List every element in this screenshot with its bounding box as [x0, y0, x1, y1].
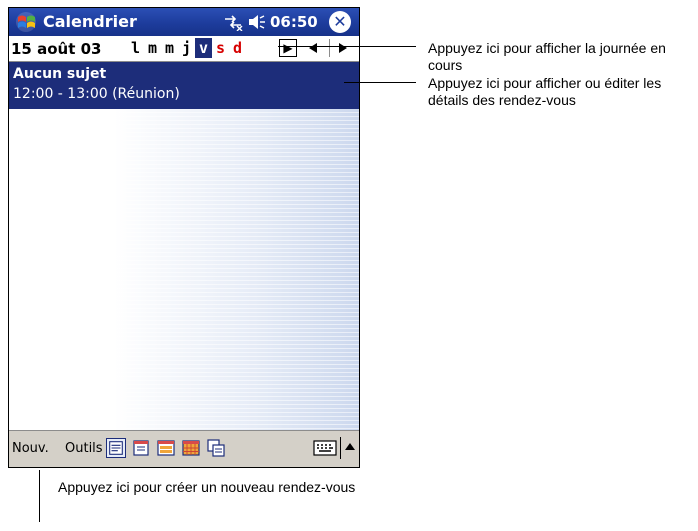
weekday-thursday[interactable]: j — [178, 38, 195, 58]
nav-separator — [329, 39, 330, 57]
title-bar: Calendrier 06:50 ✕ — [9, 8, 359, 36]
day-view-background — [9, 109, 359, 432]
app-title: Calendrier — [43, 12, 137, 31]
tools-menu[interactable]: Outils — [65, 441, 103, 456]
year-view-icon[interactable] — [206, 438, 226, 458]
week-view-icon[interactable] — [156, 438, 176, 458]
connectivity-icon[interactable] — [223, 13, 243, 31]
agenda-view-icon[interactable] — [106, 438, 126, 458]
callout-line-today — [278, 46, 416, 47]
weekday-wednesday[interactable]: m — [161, 38, 178, 58]
new-appointment-button[interactable]: Nouv. — [12, 441, 49, 456]
current-date-label[interactable]: 15 août 03 — [11, 40, 101, 58]
close-button[interactable]: ✕ — [329, 11, 351, 33]
close-icon: ✕ — [333, 12, 347, 31]
pocketpc-screen: Calendrier 06:50 ✕ 15 août 03 l m m j v … — [8, 7, 360, 468]
callout-today-text: Appuyez ici pour afficher la journée en … — [428, 40, 666, 73]
clock[interactable]: 06:50 — [270, 13, 318, 31]
callout-new-text: Appuyez ici pour créer un nouveau rendez… — [58, 479, 356, 495]
month-view-icon[interactable] — [181, 438, 201, 458]
appointment-time: 12:00 - 13:00 (Réunion) — [13, 86, 180, 102]
input-separator — [340, 437, 341, 459]
day-view-area[interactable] — [9, 109, 359, 432]
callout-line-details — [344, 82, 416, 83]
day-navigation-bar: 15 août 03 l m m j v s d ▶ — [9, 36, 359, 62]
volume-icon[interactable] — [247, 13, 267, 31]
callout-details-text: Appuyez ici pour afficher ou éditer les … — [428, 75, 662, 108]
weekday-friday[interactable]: v — [195, 38, 212, 58]
keyboard-icon[interactable] — [313, 440, 337, 456]
previous-day-icon[interactable] — [309, 43, 317, 53]
day-view-icon[interactable] — [131, 438, 151, 458]
weekday-saturday[interactable]: s — [212, 38, 229, 58]
start-flag-icon[interactable] — [14, 11, 38, 33]
callout-line-new — [39, 470, 40, 522]
next-day-icon[interactable] — [339, 43, 347, 53]
weekday-monday[interactable]: l — [127, 38, 144, 58]
appointment-item[interactable]: Aucun sujet 12:00 - 13:00 (Réunion) — [9, 62, 359, 109]
weekday-sunday[interactable]: d — [229, 38, 246, 58]
menu-bar: Nouv. Outils — [9, 430, 359, 467]
weekday-selector: l m m j v s d — [127, 38, 246, 58]
input-method-arrow-icon[interactable] — [345, 443, 355, 450]
go-to-today-icon[interactable]: ▶ — [279, 39, 297, 57]
appointment-subject: Aucun sujet — [13, 66, 107, 82]
weekday-tuesday[interactable]: m — [144, 38, 161, 58]
